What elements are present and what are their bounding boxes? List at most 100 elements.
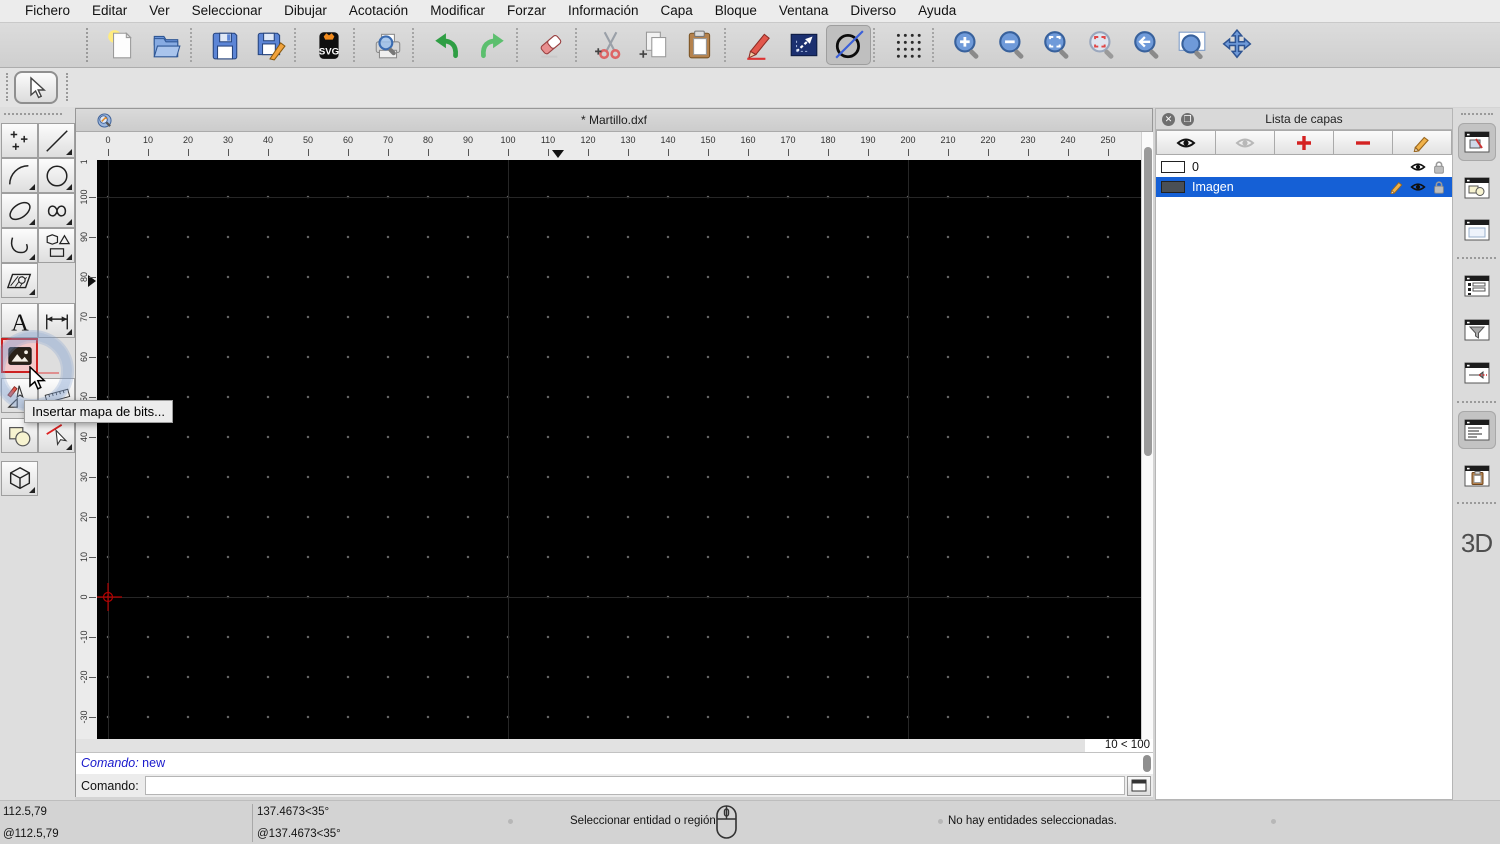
h-ruler-tick [148, 149, 149, 156]
paste-button[interactable] [677, 25, 722, 65]
new-file-button[interactable] [98, 25, 143, 65]
line-pointer-button[interactable] [781, 25, 826, 65]
edit-layer-button[interactable] [1393, 130, 1452, 155]
add-layer-button[interactable] [1275, 130, 1334, 155]
layer-lock-icon[interactable] [1431, 180, 1447, 194]
dimension-tool-button[interactable] [38, 303, 75, 338]
zoom-previous-button[interactable] [1124, 25, 1169, 65]
arc-tool-button[interactable] [1, 158, 38, 193]
cut-button[interactable] [587, 25, 632, 65]
hatch-tool-button[interactable] [1, 263, 38, 298]
h-ruler-tick [908, 149, 909, 156]
menu-seleccionar[interactable]: Seleccionar [181, 0, 274, 22]
layer-list-dock-button[interactable] [1458, 123, 1496, 161]
library-browser-dock-button[interactable] [1458, 211, 1496, 249]
zoom-in-icon [953, 31, 978, 59]
layer-row-0[interactable]: 0 [1156, 157, 1452, 177]
show-all-eye-button[interactable] [1156, 130, 1216, 155]
3d-box-tool-button[interactable] [1, 461, 38, 496]
h-ruler-label: 30 [222, 135, 233, 145]
horizontal-scrollbar[interactable]: 10 < 100 [76, 739, 1153, 752]
layer-eye-icon[interactable] [1410, 160, 1426, 174]
layer-panel-title: Lista de capas [1265, 112, 1343, 126]
text-tool-button[interactable]: A [1, 303, 38, 338]
points-tool-button[interactable] [1, 123, 38, 158]
h-ruler-label: 70 [382, 135, 393, 145]
dock-drag-handle[interactable] [1461, 113, 1493, 115]
undo-button[interactable] [424, 25, 469, 65]
grid-dots-button[interactable] [885, 25, 930, 65]
toolbar-drag-handle[interactable] [86, 28, 94, 62]
open-file-button[interactable] [143, 25, 188, 65]
polyline-tool-button[interactable] [1, 228, 38, 263]
print-preview-button[interactable] [365, 25, 410, 65]
select-deselect-tool-button[interactable] [38, 418, 75, 453]
zoom-window-button[interactable] [1169, 25, 1214, 65]
palette-drag-handle[interactable] [4, 113, 62, 115]
copy-button[interactable] [632, 25, 677, 65]
menu-bloque[interactable]: Bloque [704, 0, 768, 22]
menu-fichero[interactable]: Fichero [14, 0, 81, 22]
zoom-in-button[interactable] [944, 25, 989, 65]
command-options-button[interactable] [1127, 775, 1151, 796]
h-ruler-label: 50 [302, 135, 313, 145]
selection-filter-dock-button[interactable] [1458, 311, 1496, 349]
clipboard-content-dock-button[interactable] [1458, 457, 1496, 495]
layer-eye-icon[interactable] [1410, 180, 1426, 194]
menu-editar[interactable]: Editar [81, 0, 138, 22]
menu-ver[interactable]: Ver [138, 0, 180, 22]
menu-capa[interactable]: Capa [650, 0, 704, 22]
menu-dibujar[interactable]: Dibujar [273, 0, 338, 22]
menu-información[interactable]: Información [557, 0, 650, 22]
v-ruler-tick [89, 237, 96, 238]
block-list-dock-button[interactable] [1458, 169, 1496, 207]
drawing-window-titlebar[interactable]: * Martillo.dxf [76, 109, 1152, 132]
menu-ayuda[interactable]: Ayuda [907, 0, 967, 22]
block-tool-button[interactable] [1, 418, 38, 453]
layer-lock-icon[interactable] [1431, 160, 1447, 174]
toolbar-separator [294, 28, 304, 62]
entity-list-dock-button[interactable] [1458, 267, 1496, 305]
command-input[interactable] [144, 776, 1125, 795]
menu-acotación[interactable]: Acotación [338, 0, 419, 22]
redo-button[interactable] [469, 25, 514, 65]
status-dot [938, 819, 943, 824]
3d-view-button[interactable]: 3D [1453, 528, 1500, 559]
line-tool-button[interactable] [38, 123, 75, 158]
ellipse-tool-button[interactable] [1, 193, 38, 228]
save-as-button[interactable] [247, 25, 292, 65]
pen-settings-dock-button[interactable] [1458, 354, 1496, 392]
menu-diverso[interactable]: Diverso [839, 0, 907, 22]
menu-ventana[interactable]: Ventana [768, 0, 840, 22]
history-scrollbar-thumb[interactable] [1143, 755, 1151, 772]
layer-pencil-icon[interactable] [1389, 180, 1405, 194]
pen-edit-button[interactable] [736, 25, 781, 65]
vertical-scrollbar-thumb[interactable] [1144, 147, 1152, 456]
zoom-redraw-button[interactable] [1079, 25, 1124, 65]
menu-modificar[interactable]: Modificar [419, 0, 496, 22]
h-ruler-tick [1068, 149, 1069, 156]
close-icon[interactable]: ✕ [1162, 112, 1175, 126]
export-svg-button[interactable]: SVG [306, 25, 351, 65]
float-panel-icon[interactable]: ❐ [1181, 112, 1194, 126]
vertical-scrollbar[interactable] [1141, 132, 1153, 739]
zoom-out-button[interactable] [989, 25, 1034, 65]
ellipse-slash-button[interactable] [826, 25, 871, 65]
drawing-canvas[interactable] [97, 160, 1141, 739]
command-widget-dock-button[interactable] [1458, 411, 1496, 449]
spline-tool-button[interactable] [38, 193, 75, 228]
shapes-tool-button[interactable] [38, 228, 75, 263]
hide-all-eye-button[interactable] [1216, 130, 1275, 155]
menu-forzar[interactable]: Forzar [496, 0, 557, 22]
eraser-button[interactable] [528, 25, 573, 65]
select-tool-button[interactable] [14, 71, 58, 104]
zoom-auto-button[interactable] [1034, 25, 1079, 65]
toolbar-drag-handle[interactable] [6, 73, 8, 101]
remove-layer-button[interactable] [1334, 130, 1393, 155]
toolbar-drag-handle[interactable] [66, 73, 68, 101]
circle-tool-button[interactable] [38, 158, 75, 193]
command-history: Comando: new [76, 752, 1153, 774]
save-button[interactable] [202, 25, 247, 65]
layer-row-imagen[interactable]: Imagen [1156, 177, 1452, 197]
zoom-pan-button[interactable] [1214, 25, 1259, 65]
